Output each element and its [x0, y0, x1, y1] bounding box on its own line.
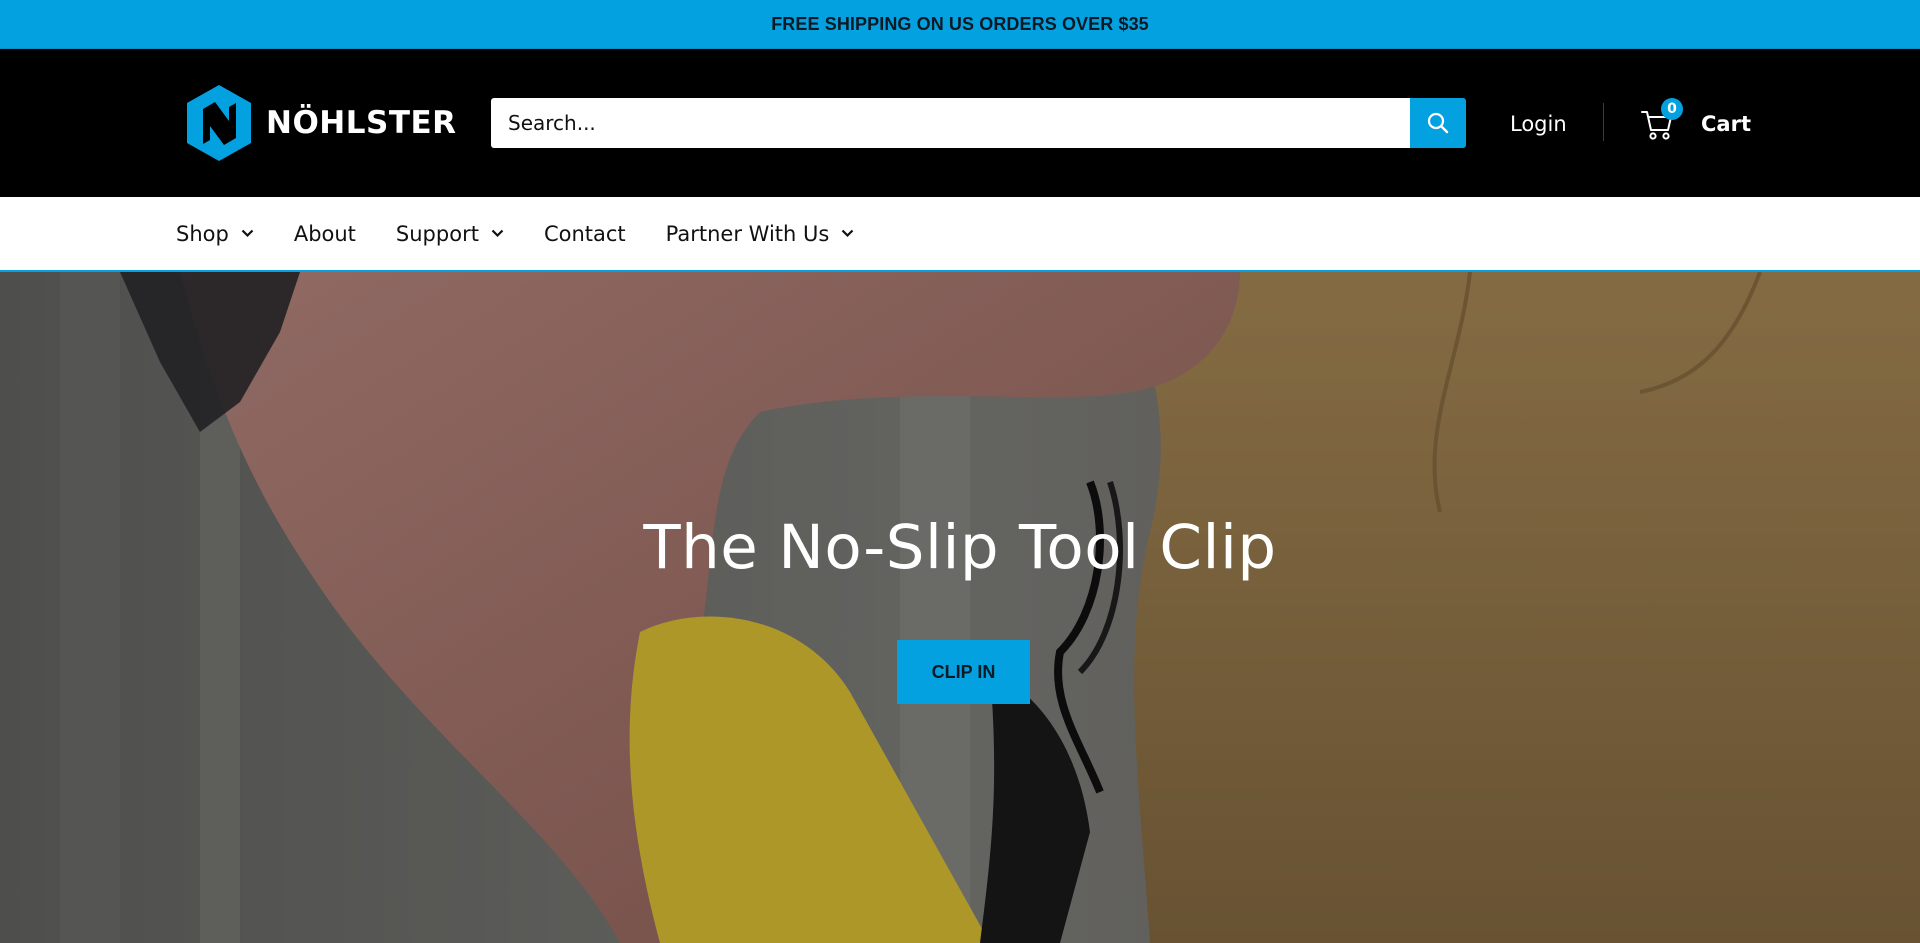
chevron-down-icon [842, 229, 854, 238]
nav-item-label: Support [395, 221, 479, 246]
nav-item-support[interactable]: Support [396, 222, 504, 246]
site-header: NÖHLSTER Login 0 Cart [0, 49, 1920, 197]
hero-banner: The No-Slip Tool Clip CLIP IN [0, 272, 1920, 943]
logo[interactable]: NÖHLSTER [184, 83, 457, 163]
nav-item-partner[interactable]: Partner With Us [666, 222, 855, 246]
announcement-bar: FREE SHIPPING ON US ORDERS OVER $35 [0, 0, 1920, 49]
login-link[interactable]: Login [1510, 109, 1567, 139]
nav-item-label: About [293, 221, 356, 246]
hero-title: The No-Slip Tool Clip [643, 512, 1277, 583]
nav-item-about[interactable]: About [294, 222, 356, 246]
chevron-down-icon [241, 229, 254, 238]
cart-count-badge: 0 [1661, 98, 1683, 120]
search-icon [1427, 112, 1449, 134]
nav-item-label: Contact [543, 221, 626, 246]
nav-item-label: Partner With Us [665, 221, 830, 246]
header-divider [1603, 103, 1604, 141]
nav-item-contact[interactable]: Contact [544, 222, 626, 246]
announcement-text: FREE SHIPPING ON US ORDERS OVER $35 [771, 13, 1149, 34]
cart-button[interactable]: 0 Cart [1640, 98, 1751, 145]
cart-label: Cart [1701, 112, 1751, 136]
hero-overlay [0, 272, 1920, 943]
search-input[interactable] [491, 98, 1410, 148]
chevron-down-icon [491, 229, 504, 238]
nav-item-label: Shop [176, 221, 229, 246]
search-bar [491, 98, 1466, 148]
main-nav: Shop About Support Contact Partner With … [0, 197, 1920, 272]
logo-hexagon-icon [187, 85, 251, 161]
clip-in-button[interactable]: CLIP IN [897, 640, 1030, 704]
cart-icon: 0 [1640, 98, 1683, 141]
logo-text: NÖHLSTER [266, 105, 457, 141]
search-button[interactable] [1410, 98, 1466, 148]
nav-item-shop[interactable]: Shop [176, 222, 254, 246]
